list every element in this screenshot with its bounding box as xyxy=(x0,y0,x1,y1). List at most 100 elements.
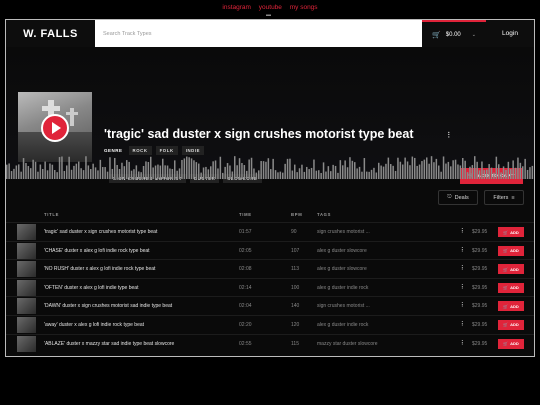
track-bpm: 113 xyxy=(291,266,299,273)
share-icon[interactable]: ⠇ xyxy=(461,265,465,272)
track-time: 02:05 xyxy=(239,247,252,254)
filter-icon: ≡ xyxy=(511,194,515,201)
table-row[interactable]: 'CHASE' duster x alex g lofi indie rock … xyxy=(6,240,534,260)
track-time: 02:08 xyxy=(239,266,252,273)
track-thumbnail[interactable] xyxy=(17,335,36,352)
track-thumbnail[interactable] xyxy=(17,261,36,278)
track-name[interactable]: 'NO RUSH' duster x alex g lofi indie roc… xyxy=(44,266,155,272)
track-title: 'tragic' sad duster x sign crushes motor… xyxy=(104,127,414,141)
genre-chip[interactable]: FOLK xyxy=(155,146,178,155)
track-thumbnail[interactable] xyxy=(17,242,36,259)
track-tags[interactable]: sign crushes motorist ... xyxy=(317,303,370,309)
cart-icon: 🛒 xyxy=(503,285,509,291)
filters-button[interactable]: Filters ≡ xyxy=(484,190,524,205)
top-social-nav: instagram youtube my songs ▬ xyxy=(0,0,540,18)
track-time: 02:04 xyxy=(239,303,252,310)
logo[interactable]: W. FALLS xyxy=(6,20,95,47)
login-button[interactable]: Login xyxy=(486,20,534,47)
deals-button[interactable]: ⎋ Deals xyxy=(438,190,478,205)
track-thumbnail[interactable] xyxy=(17,298,36,315)
add-button[interactable]: 🛒 ADD xyxy=(498,245,524,256)
track-time: 02:14 xyxy=(239,284,252,291)
table-row[interactable]: 'ABLAZE' duster x mazzy star sad indie t… xyxy=(6,333,534,353)
track-bpm: 120 xyxy=(291,321,300,328)
track-thumbnail[interactable] xyxy=(17,279,36,296)
track-time: 02:20 xyxy=(239,321,252,328)
share-icon[interactable]: ⠇ xyxy=(461,321,465,328)
track-time: 02:55 xyxy=(239,340,252,347)
instagram-link[interactable]: instagram xyxy=(222,4,251,11)
cart-icon: 🛒 xyxy=(503,303,509,309)
title-column-header[interactable]: TITLE xyxy=(44,212,59,217)
add-button[interactable]: 🛒 ADD xyxy=(498,227,524,237)
track-name[interactable]: 'DAWN' duster x sign crushes motorist sa… xyxy=(44,303,172,309)
table-row[interactable]: 'DAWN' duster x sign crushes motorist sa… xyxy=(6,296,534,315)
search-input[interactable] xyxy=(103,30,422,37)
track-bpm: 115 xyxy=(291,340,299,347)
track-list: 'tragic' sad duster x sign crushes motor… xyxy=(6,222,534,353)
track-name[interactable]: 'away' duster x alex g lofi indie rock t… xyxy=(44,322,144,328)
cart-icon: 🛒 xyxy=(503,341,509,347)
share-icon[interactable]: ⠇ xyxy=(461,302,465,309)
add-button[interactable]: 🛒 ADD xyxy=(498,282,524,293)
add-button[interactable]: 🛒 ADD xyxy=(498,338,524,349)
add-button[interactable]: 🛒 ADD xyxy=(498,301,524,312)
track-tags[interactable]: alex g duster slowcore xyxy=(317,248,367,254)
track-price: $29.95 xyxy=(472,321,488,328)
table-header: TITLE TIME BPM TAGS xyxy=(6,208,534,222)
cart-total: $0.00 xyxy=(445,31,461,38)
list-toolbar: ⎋ Deals Filters ≡ xyxy=(6,185,534,209)
bpm-column-header[interactable]: BPM xyxy=(291,212,302,217)
header-bar: W. FALLS 🛒 $0.00 ⌄ Login xyxy=(6,20,534,47)
track-thumbnail[interactable] xyxy=(17,224,36,240)
track-name[interactable]: 'ABLAZE' duster x mazzy star sad indie t… xyxy=(44,341,174,347)
share-icon[interactable]: ⠇ xyxy=(461,247,465,254)
genre-row: GENRE ROCK FOLK INDIE xyxy=(104,146,205,155)
cart-icon: 🛒 xyxy=(503,266,509,272)
table-row[interactable]: 'NO RUSH' duster x alex g lofi indie roc… xyxy=(6,259,534,278)
waveform[interactable] xyxy=(6,155,535,179)
genre-label: GENRE xyxy=(104,148,123,153)
track-name[interactable]: 'CHASE' duster x alex g lofi indie rock … xyxy=(44,248,150,254)
time-column-header[interactable]: TIME xyxy=(239,212,252,217)
track-tags[interactable]: alex g duster slowcore xyxy=(317,266,367,272)
track-price: $29.95 xyxy=(472,340,488,347)
share-icon[interactable]: ⠇ xyxy=(461,284,465,291)
track-bpm: 100 xyxy=(291,284,300,291)
my-songs-link[interactable]: my songs xyxy=(290,4,318,11)
genre-chip[interactable]: ROCK xyxy=(128,146,152,155)
play-icon[interactable] xyxy=(41,114,69,142)
add-button[interactable]: 🛒 ADD xyxy=(498,264,524,275)
cart-icon: 🛒 xyxy=(503,248,509,254)
track-price: $29.95 xyxy=(472,247,488,254)
youtube-link[interactable]: youtube xyxy=(259,4,282,11)
add-button[interactable]: 🛒 ADD xyxy=(498,319,524,330)
search-box[interactable] xyxy=(95,20,422,47)
table-row[interactable]: 'OFTEN' duster x alex g lofi indie type … xyxy=(6,277,534,297)
tags-column-header[interactable]: TAGS xyxy=(317,212,331,217)
track-name[interactable]: 'OFTEN' duster x alex g lofi indie type … xyxy=(44,285,138,291)
track-tags[interactable]: alex g duster indie rock xyxy=(317,285,368,291)
track-price: $29.95 xyxy=(472,229,488,235)
table-row[interactable]: 'away' duster x alex g lofi indie rock t… xyxy=(6,314,534,334)
track-price: $29.95 xyxy=(472,284,488,291)
track-bpm: 107 xyxy=(291,247,300,254)
track-price: $29.95 xyxy=(472,266,488,273)
table-row[interactable]: 'tragic' sad duster x sign crushes motor… xyxy=(6,222,534,241)
track-tags[interactable]: mazzy star duster slowcore xyxy=(317,341,378,347)
track-name[interactable]: 'tragic' sad duster x sign crushes motor… xyxy=(44,229,157,235)
tag-icon: ⎋ xyxy=(447,194,452,200)
genre-chip[interactable]: INDIE xyxy=(181,146,205,155)
cart-button[interactable]: 🛒 $0.00 ⌄ xyxy=(422,20,486,47)
cart-icon: 🛒 xyxy=(432,31,441,39)
chevron-down-icon: ⌄ xyxy=(471,31,476,38)
track-time: 01:57 xyxy=(239,229,252,235)
track-bpm: 90 xyxy=(291,229,297,235)
track-tags[interactable]: alex g duster indie rock xyxy=(317,322,368,328)
track-tags[interactable]: sign crushes motorist ... xyxy=(317,229,370,235)
share-icon[interactable]: ⠇ xyxy=(461,340,465,347)
share-icon[interactable]: ⠇ xyxy=(461,228,465,235)
share-icon[interactable]: ⠇ xyxy=(447,131,453,140)
track-price: $29.95 xyxy=(472,303,488,310)
track-thumbnail[interactable] xyxy=(17,316,36,333)
